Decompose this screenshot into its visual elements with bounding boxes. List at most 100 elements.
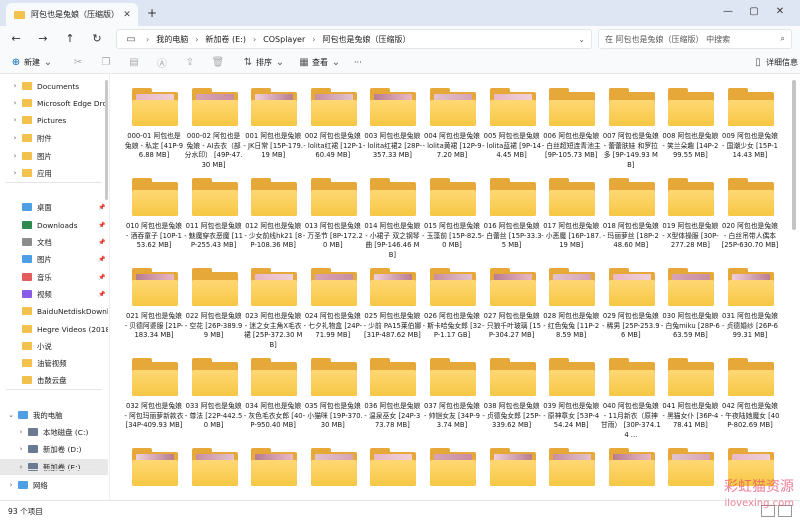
chevron-icon[interactable]: › xyxy=(14,428,28,436)
breadcrumb-item[interactable]: 新加卷 (E:) xyxy=(205,34,246,45)
new-button[interactable]: ⊕ 新建 ⌄ xyxy=(8,54,56,72)
sidebar-item-label: Hegre Videos (2018) xyxy=(37,324,108,334)
chevron-icon[interactable]: › xyxy=(14,445,28,453)
share-button[interactable]: ⇪ xyxy=(182,54,198,72)
paste-button[interactable]: ▤ xyxy=(126,54,142,72)
sidebar-item[interactable]: 击鼓云盘 xyxy=(0,372,108,388)
sidebar-item[interactable]: › Documents xyxy=(0,78,108,94)
rename-button[interactable]: Ⓐ xyxy=(154,54,170,72)
sidebar-item[interactable]: › 本地磁盘 (C:) xyxy=(0,424,108,440)
chevron-down-icon[interactable]: ⌄ xyxy=(578,35,585,44)
tab-active[interactable]: 阿包也是兔娘（压缩版） ✕ xyxy=(6,3,138,26)
sidebar-item[interactable]: › 图片 xyxy=(0,148,108,164)
breadcrumb-item[interactable]: COSplayer xyxy=(263,35,305,44)
up-button[interactable]: ↑ xyxy=(59,29,81,49)
close-button[interactable]: ✕ xyxy=(770,4,790,20)
sidebar-item-label: 附件 xyxy=(37,133,52,143)
folder-icon xyxy=(549,88,596,126)
folder-label: 004 阿包也是兔娘 - lolita黄裙 [12P-97.20 MB] xyxy=(422,132,482,159)
refresh-button[interactable]: ↻ xyxy=(86,29,108,49)
breadcrumb-item[interactable]: 我的电脑 xyxy=(156,34,188,45)
folder-icon xyxy=(22,221,32,229)
folder-label: 023 阿包也是兔娘 - 迷之女主角X毛衣裙 [25P-372.30 MB] xyxy=(243,312,303,349)
copy-button[interactable]: ❐ xyxy=(98,54,114,72)
sidebar-item-label: 击鼓云盘 xyxy=(37,375,67,385)
folder-label: 021 阿包也是兔娘 - 贝德阿婆服 [21P-183.34 MB] xyxy=(124,312,184,339)
chevron-icon[interactable]: › xyxy=(8,99,22,107)
more-button[interactable]: ··· xyxy=(354,54,362,72)
sidebar-item[interactable]: › Microsoft Edge Drop xyxy=(0,95,108,111)
folder-label: 006 阿包也是兔娘 - 白丝超短连青池主 [9P-105.73 MB] xyxy=(541,132,601,159)
sidebar-item[interactable]: 油管视频 xyxy=(0,355,108,371)
folder-label: 033 阿包也是兔娘 - 尊法 [22P-442.50 MB] xyxy=(184,402,243,429)
sidebar-item-label: 本地磁盘 (C:) xyxy=(43,427,89,437)
chevron-icon[interactable]: › xyxy=(4,481,18,489)
sidebar-item[interactable]: BaiduNetdiskDownl xyxy=(0,303,108,319)
sidebar-scrollbar[interactable] xyxy=(105,80,108,200)
sidebar-item[interactable]: › 附件 xyxy=(0,130,108,146)
sidebar-item[interactable]: › 新加卷 (E:) xyxy=(0,459,108,475)
forward-button[interactable]: → xyxy=(32,29,54,49)
chevron-icon[interactable]: ⌄ xyxy=(4,411,18,419)
sidebar-item-label: 新加卷 (E:) xyxy=(43,462,81,472)
sidebar-item[interactable]: 桌面 📌 xyxy=(0,199,108,215)
chevron-icon[interactable]: › xyxy=(8,169,22,177)
cut-button[interactable]: ✂ xyxy=(70,54,86,72)
details-button[interactable]: ▯ 详细信息 xyxy=(750,54,798,72)
folder-icon xyxy=(608,178,655,216)
sidebar-item[interactable]: › 新加卷 (D:) xyxy=(0,441,108,457)
sidebar-item[interactable]: 文档 📌 xyxy=(0,234,108,250)
sidebar-item[interactable]: 小说 xyxy=(0,338,108,354)
sidebar-item[interactable]: 图片 📌 xyxy=(0,251,108,267)
delete-button[interactable]: 🗑 xyxy=(210,54,226,72)
breadcrumb[interactable]: ▭ › 我的电脑 › 新加卷 (E:) › COSplayer › 阿包也是兔娘… xyxy=(116,29,592,49)
maximize-button[interactable]: ▢ xyxy=(744,4,764,20)
sidebar-item-label: Downloads xyxy=(37,220,78,230)
drive-icon xyxy=(28,428,38,436)
chevron-icon[interactable]: › xyxy=(8,82,22,90)
sidebar-item[interactable]: › 网络 xyxy=(0,477,108,493)
chevron-icon[interactable]: › xyxy=(8,152,22,160)
new-tab-button[interactable]: + xyxy=(145,6,159,20)
folder-label: 030 阿包也是兔娘 - 白兔miku [28P-663.59 MB] xyxy=(660,312,720,339)
sort-button[interactable]: ⇅ 排序 ⌄ xyxy=(240,54,288,72)
breadcrumb-item[interactable]: 阿包也是兔娘（压缩版） xyxy=(322,34,410,45)
folder-icon xyxy=(251,358,298,396)
folder-icon xyxy=(191,178,238,216)
sidebar-item[interactable]: ⌄ 我的电脑 xyxy=(0,407,108,423)
chevron-icon[interactable]: › xyxy=(8,134,22,142)
folder-icon xyxy=(191,268,238,306)
folder-icon xyxy=(728,358,774,396)
folder-icon xyxy=(489,178,536,216)
sort-icon: ⇅ xyxy=(243,57,253,68)
sidebar-item[interactable]: › 应用 xyxy=(0,165,108,181)
sidebar-item[interactable]: Downloads 📌 xyxy=(0,217,108,233)
sidebar-item[interactable]: 视频 📌 xyxy=(0,286,108,302)
folder-icon xyxy=(22,307,32,315)
folder-icon xyxy=(608,88,655,126)
trash-icon: 🗑 xyxy=(211,57,225,68)
folder-icon xyxy=(549,358,596,396)
folder-icon xyxy=(22,116,32,124)
content-scrollbar[interactable] xyxy=(792,80,796,230)
details-pane-icon: ▯ xyxy=(755,57,761,68)
tab-close-button[interactable]: ✕ xyxy=(120,10,134,20)
folder-icon xyxy=(22,203,32,211)
chevron-icon[interactable]: › xyxy=(8,116,22,124)
item-count: 93 个项目 xyxy=(8,507,43,516)
back-button[interactable]: ← xyxy=(5,29,27,49)
chevron-right-icon: › xyxy=(195,34,199,44)
folder-icon xyxy=(22,255,32,263)
sidebar-item[interactable]: 音乐 📌 xyxy=(0,269,108,285)
folder-label: 013 阿包也是兔娘 - 万圣节 [8P-172.20 MB] xyxy=(302,222,363,249)
sidebar-item[interactable]: › Pictures xyxy=(0,112,108,128)
folder-icon xyxy=(22,376,32,384)
minimize-button[interactable]: — xyxy=(718,4,738,20)
sidebar-item-label: 音乐 xyxy=(37,272,52,282)
search-input[interactable]: 在 阿包也是兔娘（压缩版） 中搜索 ⌕ xyxy=(598,29,792,49)
sidebar-item-label: 图片 xyxy=(37,254,52,264)
view-button[interactable]: ▦ 查看 ⌄ xyxy=(296,54,344,72)
navigation-pane: › Documents › Microsoft Edge Drop › Pictures ›… xyxy=(0,74,110,500)
sidebar-item[interactable]: Hegre Videos (2018) xyxy=(0,321,108,337)
sidebar-item-label: 我的电脑 xyxy=(33,410,63,420)
